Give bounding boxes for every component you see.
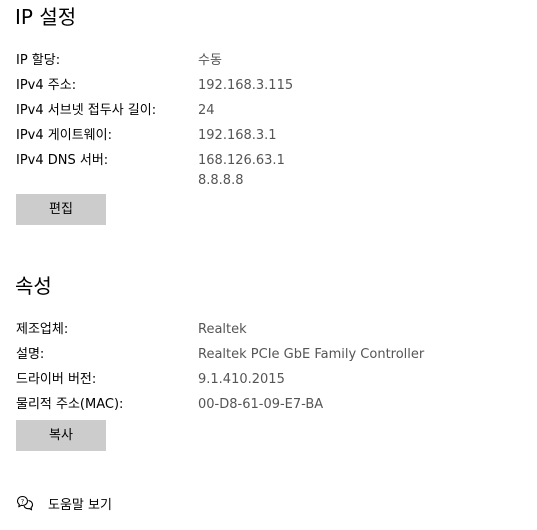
driver-version-label: 드라이버 버전: bbox=[16, 372, 97, 387]
manufacturer-row: 제조업체: Realtek bbox=[16, 320, 526, 340]
help-link[interactable]: ? 도움말 보기 bbox=[16, 492, 112, 514]
ipv4-gateway-label: IPv4 게이트웨이: bbox=[16, 128, 112, 143]
edit-button[interactable]: 편집 bbox=[16, 194, 106, 225]
copy-button[interactable]: 복사 bbox=[16, 420, 106, 451]
ipv4-prefix-value: 24 bbox=[198, 103, 215, 118]
ip-assignment-row: IP 할당: 수동 bbox=[16, 51, 526, 71]
description-row: 설명: Realtek PCIe GbE Family Controller bbox=[16, 345, 526, 365]
ipv4-gateway-row: IPv4 게이트웨이: 192.168.3.1 bbox=[16, 126, 526, 146]
ipv4-dns-row: IPv4 DNS 서버: 168.126.63.1 8.8.8.8 bbox=[16, 151, 526, 188]
help-chat-icon: ? bbox=[16, 494, 34, 512]
ip-settings-title: IP 설정 bbox=[15, 5, 77, 29]
ipv4-address-row: IPv4 주소: 192.168.3.115 bbox=[16, 76, 526, 96]
ipv4-dns-primary-value: 168.126.63.1 bbox=[198, 153, 285, 168]
ipv4-dns-label: IPv4 DNS 서버: bbox=[16, 153, 109, 168]
ipv4-gateway-value: 192.168.3.1 bbox=[198, 128, 277, 143]
help-link-label: 도움말 보기 bbox=[48, 497, 112, 513]
ipv4-dns-secondary-value: 8.8.8.8 bbox=[198, 173, 244, 188]
mac-address-label: 물리적 주소(MAC): bbox=[16, 397, 124, 412]
description-label: 설명: bbox=[16, 347, 45, 362]
ipv4-address-value: 192.168.3.115 bbox=[198, 78, 294, 93]
driver-version-value: 9.1.410.2015 bbox=[198, 372, 285, 387]
description-value: Realtek PCIe GbE Family Controller bbox=[198, 347, 425, 362]
ip-assignment-label: IP 할당: bbox=[16, 53, 61, 68]
ipv4-prefix-row: IPv4 서브넷 접두사 길이: 24 bbox=[16, 101, 526, 121]
manufacturer-value: Realtek bbox=[198, 322, 247, 337]
ipv4-address-label: IPv4 주소: bbox=[16, 78, 77, 93]
properties-title: 속성 bbox=[15, 274, 52, 298]
mac-address-row: 물리적 주소(MAC): 00-D8-61-09-E7-BA bbox=[16, 395, 526, 415]
svg-text:?: ? bbox=[21, 497, 24, 505]
mac-address-value: 00-D8-61-09-E7-BA bbox=[198, 397, 324, 412]
manufacturer-label: 제조업체: bbox=[16, 322, 69, 337]
ipv4-prefix-label: IPv4 서브넷 접두사 길이: bbox=[16, 103, 157, 118]
driver-version-row: 드라이버 버전: 9.1.410.2015 bbox=[16, 370, 526, 390]
ip-assignment-value: 수동 bbox=[198, 53, 222, 68]
